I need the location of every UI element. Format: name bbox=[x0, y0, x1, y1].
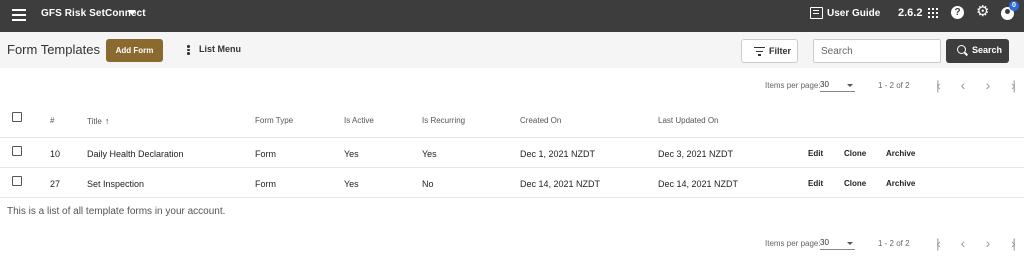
add-form-button[interactable]: Add Form bbox=[106, 39, 163, 62]
edit-button[interactable]: Edit bbox=[808, 149, 823, 158]
page-header: Form Templates Add Form List Menu Filter… bbox=[0, 32, 1024, 68]
items-per-page-select[interactable]: 30 bbox=[820, 79, 855, 92]
row-form-type: Form bbox=[255, 179, 276, 189]
row-title: Daily Health Declaration bbox=[87, 149, 184, 159]
archive-button[interactable]: Archive bbox=[886, 149, 915, 158]
last-page-icon[interactable]: ›| bbox=[1004, 77, 1020, 93]
items-per-page-label: Items per page: bbox=[765, 239, 821, 248]
previous-page-icon[interactable]: ‹ bbox=[955, 235, 971, 251]
page-title: Form Templates bbox=[7, 42, 100, 57]
gear-icon[interactable]: ⚙ bbox=[976, 4, 990, 19]
search-button[interactable]: Search bbox=[946, 39, 1009, 63]
row-title: Set Inspection bbox=[87, 179, 145, 189]
items-per-page-value: 30 bbox=[820, 238, 829, 247]
row-id: 10 bbox=[50, 149, 61, 159]
sort-arrow-up-icon: ↑ bbox=[104, 116, 110, 126]
apps-grid-icon[interactable] bbox=[928, 8, 938, 18]
previous-page-icon[interactable]: ‹ bbox=[955, 77, 971, 93]
list-menu-button[interactable]: List Menu bbox=[199, 44, 241, 54]
column-header-last-updated-on[interactable]: Last Updated On bbox=[658, 116, 718, 125]
version-label: 2.6.2 bbox=[898, 7, 923, 19]
column-header-title[interactable]: Title ↑ bbox=[87, 116, 109, 126]
column-header-number[interactable]: # bbox=[50, 116, 54, 125]
filter-button-label: Filter bbox=[769, 46, 792, 56]
chevron-down-icon bbox=[847, 242, 853, 245]
column-header-is-active[interactable]: Is Active bbox=[344, 116, 374, 125]
filter-button[interactable]: Filter bbox=[741, 39, 798, 63]
items-per-page-label: Items per page: bbox=[765, 81, 821, 90]
next-page-icon[interactable]: › bbox=[980, 77, 996, 93]
column-header-title-label: Title bbox=[87, 117, 102, 126]
notification-badge: 0 bbox=[1009, 1, 1019, 11]
table-row: 10 Daily Health Declaration Form Yes Yes… bbox=[0, 139, 1024, 168]
row-checkbox[interactable] bbox=[12, 146, 22, 156]
filter-icon bbox=[754, 47, 765, 56]
column-header-form-type[interactable]: Form Type bbox=[255, 116, 293, 125]
help-icon[interactable]: ? bbox=[951, 6, 964, 19]
row-is-active: Yes bbox=[344, 149, 359, 159]
clone-button[interactable]: Clone bbox=[844, 179, 866, 188]
table-header-row: # Title ↑ Form Type Is Active Is Recurrin… bbox=[0, 103, 1024, 138]
search-button-label: Search bbox=[972, 45, 1003, 55]
row-created-on: Dec 14, 2021 NZDT bbox=[520, 179, 601, 189]
items-per-page-select[interactable]: 30 bbox=[820, 237, 855, 250]
search-input[interactable] bbox=[813, 39, 941, 63]
row-form-type: Form bbox=[255, 149, 276, 159]
archive-button[interactable]: Archive bbox=[886, 179, 915, 188]
row-created-on: Dec 1, 2021 NZDT bbox=[520, 149, 596, 159]
hamburger-menu-icon[interactable] bbox=[12, 9, 26, 21]
chevron-down-icon bbox=[847, 84, 853, 87]
select-all-checkbox[interactable] bbox=[12, 112, 22, 122]
row-is-recurring: Yes bbox=[422, 149, 437, 159]
row-checkbox[interactable] bbox=[12, 176, 22, 186]
items-per-page-value: 30 bbox=[820, 80, 829, 89]
row-id: 27 bbox=[50, 179, 61, 189]
row-is-recurring: No bbox=[422, 179, 434, 189]
first-page-icon[interactable]: |‹ bbox=[929, 235, 945, 251]
page-range-label: 1 - 2 of 2 bbox=[878, 239, 910, 248]
search-icon bbox=[957, 45, 966, 54]
bottom-paginator: Items per page: 30 1 - 2 of 2 |‹ ‹ › ›| bbox=[0, 234, 1024, 254]
table-description: This is a list of all template forms in … bbox=[7, 206, 226, 217]
page-range-label: 1 - 2 of 2 bbox=[878, 81, 910, 90]
last-page-icon[interactable]: ›| bbox=[1004, 235, 1020, 251]
top-paginator: Items per page: 30 1 - 2 of 2 |‹ ‹ › ›| bbox=[0, 76, 1024, 96]
first-page-icon[interactable]: |‹ bbox=[929, 77, 945, 93]
column-header-is-recurring[interactable]: Is Recurring bbox=[422, 116, 465, 125]
row-last-updated-on: Dec 3, 2021 NZDT bbox=[658, 149, 734, 159]
next-page-icon[interactable]: › bbox=[980, 235, 996, 251]
edit-button[interactable]: Edit bbox=[808, 179, 823, 188]
more-vert-icon[interactable] bbox=[187, 45, 190, 55]
user-guide-link[interactable]: User Guide bbox=[827, 8, 880, 19]
column-header-created-on[interactable]: Created On bbox=[520, 116, 561, 125]
book-icon[interactable] bbox=[810, 7, 823, 19]
table-row: 27 Set Inspection Form Yes No Dec 14, 20… bbox=[0, 169, 1024, 198]
clone-button[interactable]: Clone bbox=[844, 149, 866, 158]
row-last-updated-on: Dec 14, 2021 NZDT bbox=[658, 179, 739, 189]
row-is-active: Yes bbox=[344, 179, 359, 189]
top-app-bar: GFS Risk SetConnect User Guide 2.6.2 ? ⚙… bbox=[0, 0, 1024, 32]
chevron-down-icon[interactable] bbox=[128, 10, 136, 15]
